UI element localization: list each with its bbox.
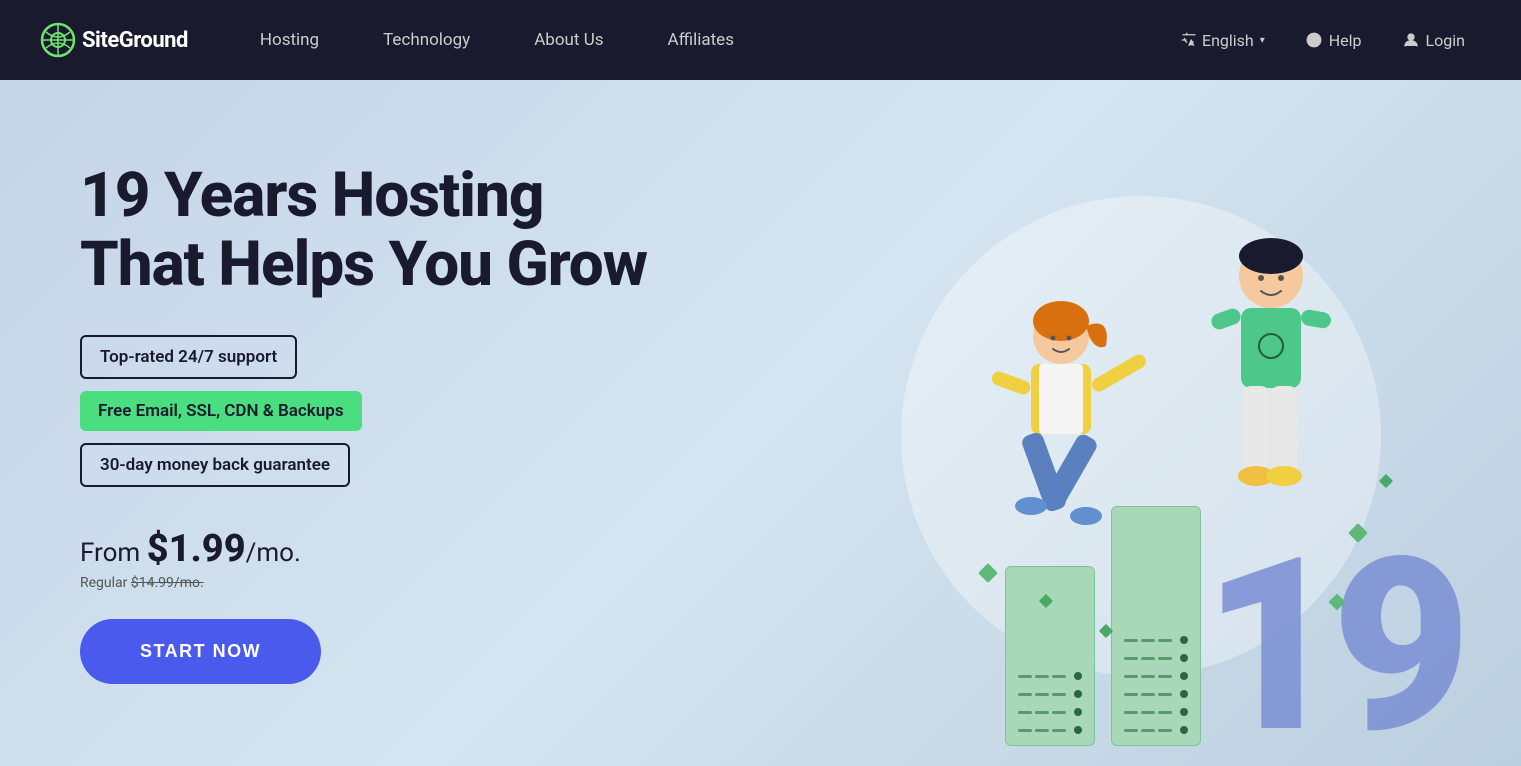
badge-money-back: 30-day money back guarantee <box>80 443 350 487</box>
navbar: SiteGround Hosting Technology About Us A… <box>0 0 1521 80</box>
nav-links: Hosting Technology About Us Affiliates <box>228 0 1164 80</box>
pricing-section: From $1.99/mo. Regular $14.99/mo. <box>80 527 680 591</box>
chevron-down-icon: ▾ <box>1260 35 1265 46</box>
help-label: Help <box>1329 31 1362 50</box>
pricing-regular: Regular $14.99/mo. <box>80 575 680 591</box>
help-icon <box>1305 31 1323 49</box>
hero-section: 19 Years Hosting That Helps You Grow Top… <box>0 80 1521 766</box>
people-illustration <box>901 176 1421 696</box>
brand-name: SiteGround <box>82 28 188 53</box>
nav-right: English ▾ Help Login <box>1164 23 1481 58</box>
login-button[interactable]: Login <box>1386 23 1481 58</box>
nav-hosting[interactable]: Hosting <box>228 0 351 80</box>
logo-icon <box>40 22 76 58</box>
translate-icon <box>1180 31 1198 49</box>
hero-illustration: 19 <box>821 146 1521 766</box>
brand-logo[interactable]: SiteGround <box>40 22 188 58</box>
pricing-display: From $1.99/mo. <box>80 527 680 571</box>
help-button[interactable]: Help <box>1289 23 1378 58</box>
pricing-price: $1.99 <box>147 527 246 571</box>
hero-title: 19 Years Hosting That Helps You Grow <box>80 162 680 298</box>
badge-free: Free Email, SSL, CDN & Backups <box>80 391 362 431</box>
nav-affiliates[interactable]: Affiliates <box>636 0 766 80</box>
login-label: Login <box>1426 31 1465 50</box>
language-label: English <box>1202 31 1254 50</box>
nav-about[interactable]: About Us <box>502 0 635 80</box>
user-icon <box>1402 31 1420 49</box>
badge-support: Top-rated 24/7 support <box>80 335 297 379</box>
hero-content: 19 Years Hosting That Helps You Grow Top… <box>80 162 680 683</box>
nav-technology[interactable]: Technology <box>351 0 502 80</box>
hero-badges: Top-rated 24/7 support Free Email, SSL, … <box>80 335 680 487</box>
language-selector[interactable]: English ▾ <box>1164 23 1281 58</box>
start-now-button[interactable]: START NOW <box>80 619 321 684</box>
